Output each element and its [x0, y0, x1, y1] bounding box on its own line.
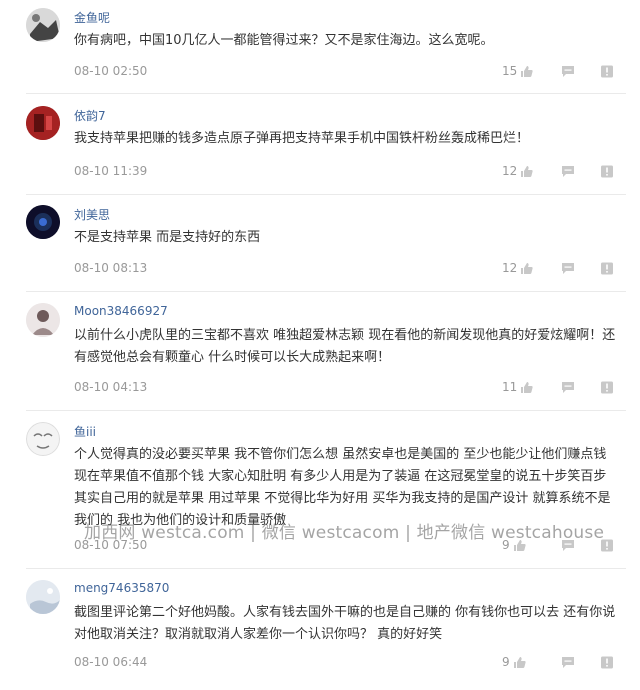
- thumbs-up-icon: [513, 656, 526, 668]
- like-count: 12: [502, 261, 518, 275]
- comment-text: 截图里评论第二个好他妈酸。人家有钱去国外干嘛的也是自己赚的 你有钱你也可以去 还…: [74, 605, 616, 642]
- like-button[interactable]: 12: [502, 261, 533, 275]
- comment-time: 08-10 07:50: [74, 538, 148, 552]
- comment-time: 08-10 04:13: [74, 380, 148, 394]
- comment-username[interactable]: 鱼iii: [74, 423, 96, 440]
- reply-icon[interactable]: [561, 65, 575, 78]
- reply-icon[interactable]: [561, 262, 575, 275]
- like-count: 15: [502, 64, 518, 78]
- like-button[interactable]: 9: [502, 538, 526, 552]
- avatar[interactable]: [26, 8, 60, 42]
- comment-username[interactable]: 依韵7: [74, 107, 106, 124]
- like-count: 9: [502, 655, 510, 669]
- comment-item: 依韵7 我支持苹果把赚的钱多造点原子弹再把支持苹果手机中国铁杆粉丝轰成稀巴烂！ …: [0, 98, 640, 195]
- reply-icon[interactable]: [561, 656, 575, 669]
- divider: [26, 194, 626, 195]
- comment-time: 08-10 02:50: [74, 64, 148, 78]
- report-icon[interactable]: [600, 381, 614, 394]
- like-count: 12: [502, 164, 518, 178]
- report-icon[interactable]: [600, 65, 614, 78]
- report-icon[interactable]: [600, 656, 614, 669]
- like-button[interactable]: 9: [502, 655, 526, 669]
- reply-icon[interactable]: [561, 165, 575, 178]
- avatar[interactable]: [26, 580, 60, 614]
- thumbs-up-icon: [521, 65, 533, 77]
- like-count: 11: [502, 380, 518, 394]
- like-button[interactable]: 12: [502, 164, 533, 178]
- divider: [26, 291, 626, 292]
- avatar[interactable]: [26, 422, 60, 456]
- comment-text: 以前什么小虎队里的三宝都不喜欢 唯独超爱林志颖 现在看他的新闻发现他真的好爱炫耀…: [74, 328, 616, 365]
- comment-item: Moon38466927 以前什么小虎队里的三宝都不喜欢 唯独超爱林志颖 现在看…: [0, 295, 640, 411]
- comment-username[interactable]: Moon38466927: [74, 304, 168, 318]
- avatar[interactable]: [26, 106, 60, 140]
- comment-username[interactable]: 刘美思: [74, 206, 110, 223]
- like-button[interactable]: 15: [502, 64, 533, 78]
- comment-item: meng74635870 截图里评论第二个好他妈酸。人家有钱去国外干嘛的也是自己…: [0, 572, 640, 690]
- like-button[interactable]: 11: [502, 380, 533, 394]
- avatar[interactable]: [26, 303, 60, 337]
- avatar[interactable]: [26, 205, 60, 239]
- report-icon[interactable]: [600, 165, 614, 178]
- thumbs-up-icon: [521, 262, 533, 274]
- comment-item: 刘美思 不是支持苹果 而是支持好的东西 08-10 08:13 12: [0, 197, 640, 292]
- comment-username[interactable]: meng74635870: [74, 581, 169, 595]
- comment-text: 不是支持苹果 而是支持好的东西: [74, 230, 261, 245]
- comment-username[interactable]: 金鱼呢: [74, 9, 110, 26]
- comment-text: 个人觉得真的没必要买苹果 我不管你们怎么想 虽然安卓也是美国的 至少也能少让他们…: [74, 447, 611, 528]
- report-icon[interactable]: [600, 539, 614, 552]
- reply-icon[interactable]: [561, 539, 575, 552]
- comment-item: 鱼iii 个人觉得真的没必要买苹果 我不管你们怎么想 虽然安卓也是美国的 至少也…: [0, 414, 640, 574]
- comment-text: 我支持苹果把赚的钱多造点原子弹再把支持苹果手机中国铁杆粉丝轰成稀巴烂！: [74, 131, 530, 146]
- comment-time: 08-10 11:39: [74, 164, 148, 178]
- comment-item: 金鱼呢 你有病吧，中国10几亿人一都能管得过来？又不是家住海边。这么宽呢。 08…: [0, 0, 640, 94]
- comment-text: 你有病吧，中国10几亿人一都能管得过来？又不是家住海边。这么宽呢。: [74, 33, 494, 48]
- reply-icon[interactable]: [561, 381, 575, 394]
- thumbs-up-icon: [521, 165, 533, 177]
- report-icon[interactable]: [600, 262, 614, 275]
- divider: [26, 410, 626, 411]
- thumbs-up-icon: [521, 381, 533, 393]
- divider: [26, 93, 626, 94]
- comment-time: 08-10 06:44: [74, 655, 148, 669]
- like-count: 9: [502, 538, 510, 552]
- divider: [26, 568, 626, 569]
- comment-time: 08-10 08:13: [74, 261, 148, 275]
- thumbs-up-icon: [513, 539, 526, 551]
